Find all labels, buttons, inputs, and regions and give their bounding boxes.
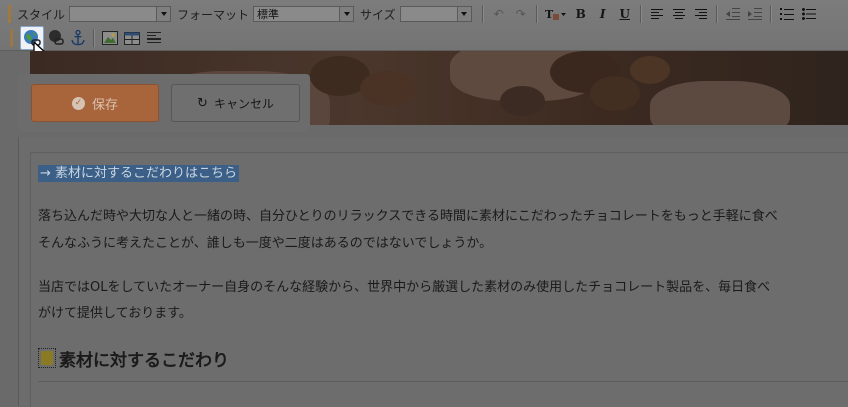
paragraph-1-line-2: そんなふうに考えたことが、誰しも一度や二度はあるのではないでしょうか。 — [38, 236, 493, 251]
bullet-list-icon[interactable] — [799, 4, 819, 24]
action-panel: ✓ 保存 ↻ キャンセル — [18, 74, 310, 132]
redo-icon[interactable]: ↷ — [511, 4, 531, 24]
format-select[interactable]: 標準 — [253, 6, 355, 22]
text-color-icon[interactable]: T — [543, 4, 569, 24]
toolbar-row-2 — [0, 26, 165, 50]
chevron-down-icon[interactable] — [456, 7, 471, 21]
style-label: スタイル — [17, 7, 66, 22]
save-button-label: 保存 — [91, 97, 118, 113]
toolbar-separator — [535, 5, 538, 23]
outdent-icon[interactable] — [723, 4, 743, 24]
horizontal-rule-icon[interactable] — [144, 28, 164, 48]
indent-icon[interactable] — [745, 4, 765, 24]
toolbar-grip[interactable] — [10, 29, 13, 47]
selected-link-text[interactable]: → 素材に対するこだわりはこちら — [38, 165, 240, 182]
section-heading-text: 素材に対するこだわり — [59, 350, 229, 371]
heading-divider — [38, 381, 848, 382]
bold-icon[interactable]: B — [571, 4, 591, 24]
toolbar-separator — [481, 5, 484, 23]
size-select[interactable] — [399, 6, 472, 22]
toolbar-grip[interactable] — [8, 5, 11, 23]
chevron-down-icon[interactable] — [339, 7, 354, 21]
style-select[interactable] — [69, 6, 172, 22]
toolbar-separator — [639, 5, 642, 23]
editor-toolbar: スタイル フォーマット 標準 サイズ ↶ ↷ T B I U — [0, 0, 848, 51]
align-center-icon[interactable] — [669, 4, 689, 24]
save-button[interactable]: ✓ 保存 — [31, 84, 159, 122]
chevron-down-icon[interactable] — [156, 7, 171, 21]
align-left-icon[interactable] — [647, 4, 667, 24]
anchor-icon[interactable] — [68, 28, 88, 48]
underline-icon[interactable]: U — [615, 4, 635, 24]
insert-image-icon[interactable] — [100, 28, 120, 48]
cancel-button-label: キャンセル — [213, 96, 274, 111]
paragraph-2-line-1: 当店ではOLをしていたオーナー自身のそんな経験から、世界中から厳選した素材のみ使… — [38, 280, 771, 295]
insert-table-icon[interactable] — [122, 28, 142, 48]
toolbar-separator — [93, 29, 95, 47]
numbered-list-icon[interactable] — [777, 4, 797, 24]
check-circle-icon: ✓ — [71, 96, 85, 110]
heading-marker-icon[interactable] — [38, 348, 56, 368]
format-label: フォーマット — [177, 7, 250, 22]
section-heading: 素材に対するこだわり — [38, 344, 229, 372]
cancel-button[interactable]: ↻ キャンセル — [171, 84, 300, 122]
svg-text:T: T — [545, 8, 554, 21]
undo-icon[interactable]: ↶ — [489, 4, 509, 24]
toolbar-row-1: スタイル フォーマット 標準 サイズ ↶ ↷ T B I U — [0, 2, 820, 26]
format-select-value: 標準 — [257, 8, 280, 21]
toolbar-separator — [715, 5, 718, 23]
align-right-icon[interactable] — [691, 4, 711, 24]
paragraph-1-line-1: 落ち込んだ時や大切な人と一緒の時、自分ひとりのリラックスできる時間に素材にこだわ… — [38, 209, 778, 224]
undo-arrow-icon: ↻ — [197, 95, 208, 111]
toolbar-separator — [769, 5, 772, 23]
size-label: サイズ — [360, 7, 396, 22]
italic-icon[interactable]: I — [593, 4, 613, 24]
paragraph-2-line-2: がけて提供しております。 — [38, 306, 192, 321]
